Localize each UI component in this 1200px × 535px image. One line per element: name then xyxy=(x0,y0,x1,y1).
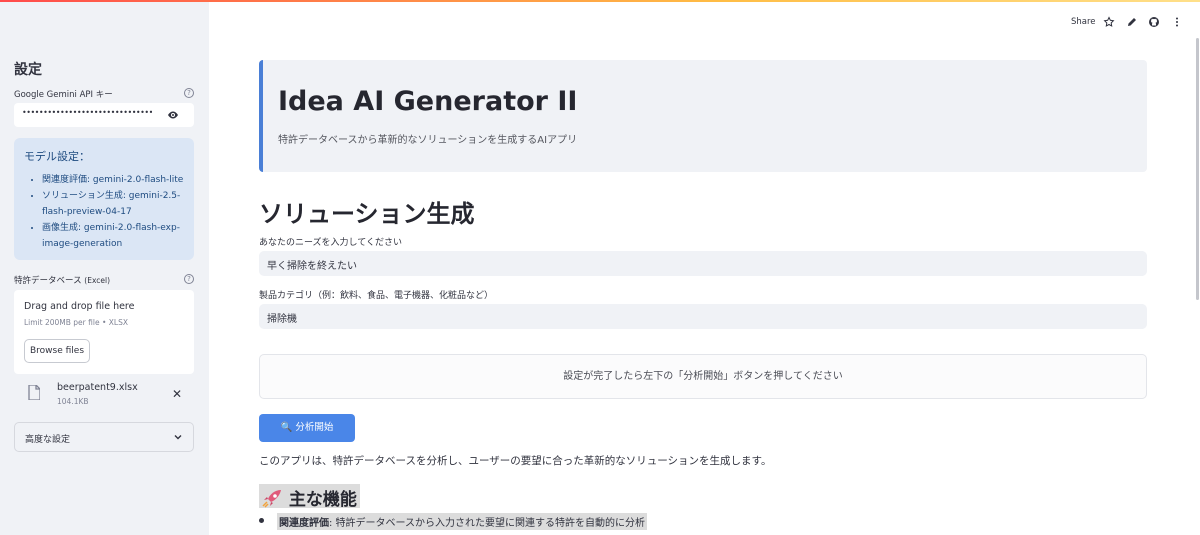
needs-input[interactable]: 早く掃除を終えたい xyxy=(259,251,1147,276)
model-item: 関連度評価: gemini-2.0-flash-lite xyxy=(42,172,190,188)
dropzone-text: Drag and drop file here xyxy=(24,301,135,312)
section-title: ソリューション生成 xyxy=(259,200,475,228)
uploaded-file: beerpatent9.xlsx 104.1KB ✕ xyxy=(14,377,194,411)
category-label: 製品カテゴリ（例：飲料、食品、電子機器、化粧品など） xyxy=(259,291,494,301)
features-title: 主な機能 xyxy=(288,490,357,510)
browse-files-button[interactable]: Browse files xyxy=(24,339,90,363)
file-name: beerpatent9.xlsx xyxy=(57,382,138,393)
app-description: このアプリは、特許データベースを分析し、ユーザーの要望に合った革新的なソリューシ… xyxy=(259,455,772,467)
info-text: 設定が完了したら左下の「分析開始」ボタンを押してください xyxy=(563,371,843,382)
api-key-value: •••••••••••••••••••••••••••••••••••••••• xyxy=(22,108,152,117)
list-item: 関連度評価: 特許データベースから入力された要望に関連する特許を自動的に分析 xyxy=(277,513,648,530)
sidebar: 設定 Google Gemini API キー ? ••••••••••••••… xyxy=(0,0,209,535)
search-icon: 🔍 xyxy=(280,422,293,433)
model-settings-box: モデル設定： 関連度評価: gemini-2.0-flash-lite ソリュー… xyxy=(14,138,194,260)
share-button[interactable]: Share xyxy=(1071,17,1096,27)
edit-pencil-icon[interactable] xyxy=(1126,16,1138,28)
github-icon[interactable] xyxy=(1148,16,1160,28)
category-value: 掃除機 xyxy=(267,314,297,325)
eye-icon[interactable] xyxy=(167,109,179,121)
model-item: ソリューション生成: gemini-2.5-flash-preview-04-1… xyxy=(42,188,190,220)
list-bullet xyxy=(259,518,264,523)
rocket-icon xyxy=(262,490,281,508)
more-vertical-icon[interactable] xyxy=(1171,16,1183,28)
help-icon[interactable]: ? xyxy=(184,274,194,284)
scrollbar[interactable] xyxy=(1196,38,1199,300)
advanced-settings-expander[interactable]: 高度な設定 xyxy=(14,422,194,452)
file-icon xyxy=(28,385,40,400)
start-analysis-label: 分析開始 xyxy=(295,422,334,433)
model-settings-list: 関連度評価: gemini-2.0-flash-lite ソリューション生成: … xyxy=(42,172,190,252)
start-analysis-button[interactable]: 🔍 分析開始 xyxy=(259,414,355,442)
file-size: 104.1KB xyxy=(57,397,89,406)
needs-value: 早く掃除を終えたい xyxy=(267,261,357,272)
model-item: 画像生成: gemini-2.0-flash-exp-image-generat… xyxy=(42,220,190,252)
hero-banner: Idea AI Generator II 特許データベースから革新的なソリューシ… xyxy=(259,60,1147,172)
dropzone-limit: Limit 200MB per file • XLSX xyxy=(24,318,128,327)
chevron-down-icon xyxy=(174,435,182,440)
api-key-label: Google Gemini API キー xyxy=(14,90,113,100)
api-key-input[interactable]: •••••••••••••••••••••••••••••••••••••••• xyxy=(14,103,194,127)
help-icon[interactable]: ? xyxy=(184,88,194,98)
features-heading: 主な機能 xyxy=(259,484,360,510)
model-settings-heading: モデル設定： xyxy=(24,150,90,163)
category-input[interactable]: 掃除機 xyxy=(259,304,1147,329)
advanced-settings-label: 高度な設定 xyxy=(25,435,71,445)
file-dropzone[interactable]: Drag and drop file here Limit 200MB per … xyxy=(14,290,194,374)
remove-file-close-icon[interactable]: ✕ xyxy=(172,387,182,401)
top-decoration-bar xyxy=(0,0,1200,2)
star-icon[interactable] xyxy=(1103,16,1115,28)
page-title: Idea AI Generator II xyxy=(278,86,578,117)
sidebar-title: 設定 xyxy=(14,62,42,78)
info-message: 設定が完了したら左下の「分析開始」ボタンを押してください xyxy=(259,354,1147,399)
needs-label: あなたのニーズを入力してください xyxy=(259,238,403,248)
patent-db-label: 特許データベース (Excel) xyxy=(14,276,111,286)
page-subtitle: 特許データベースから革新的なソリューションを生成するAIアプリ xyxy=(278,135,578,146)
